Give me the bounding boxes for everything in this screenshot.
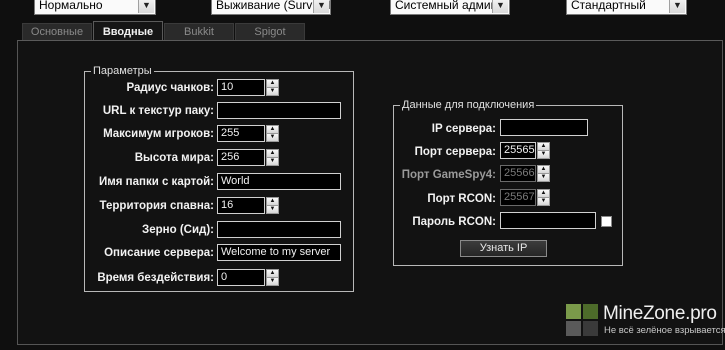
server-ip-input[interactable] <box>500 119 588 136</box>
rcon-port-input: 25567 <box>500 189 536 206</box>
params-legend: Параметры <box>93 65 152 77</box>
tab-bukkit[interactable]: Bukkit <box>164 23 234 40</box>
world-type-select[interactable]: Стандартный ▼ <box>566 0 687 15</box>
spin-down-icon[interactable]: ▼ <box>267 278 278 285</box>
world-folder-label: Имя папки с картой: <box>98 176 214 188</box>
rcon-password-label: Пароль RCON: <box>412 216 496 228</box>
seed-label: Зерно (Сид): <box>142 224 214 236</box>
watermark-title: MineZone.pro <box>603 303 717 324</box>
world-height-stepper[interactable]: ▲ ▼ <box>266 149 279 166</box>
spin-up-icon: ▲ <box>538 166 549 174</box>
motd-input[interactable]: Welcome to my server <box>217 244 341 261</box>
gamespy-port-input: 25566 <box>500 165 536 182</box>
server-port-label: Порт сервера: <box>414 146 496 158</box>
server-ip-label: IP сервера: <box>431 123 496 135</box>
spawn-protection-stepper[interactable]: ▲ ▼ <box>266 197 279 214</box>
gamespy-port-label: Порт GameSpy4: <box>401 169 496 181</box>
spin-down-icon[interactable]: ▼ <box>267 206 278 213</box>
chevron-down-icon[interactable]: ▼ <box>492 0 508 13</box>
spin-up-icon[interactable]: ▲ <box>267 198 278 206</box>
server-port-input[interactable]: 25565 <box>500 142 536 159</box>
tab-input[interactable]: Вводные <box>93 21 163 41</box>
spin-up-icon[interactable]: ▲ <box>267 80 278 88</box>
gamemode-select[interactable]: Выживание (Survival ▼ <box>211 0 331 15</box>
spawn-protection-label: Территория спавна: <box>99 200 214 212</box>
op-level-select[interactable]: Системный админ ▼ <box>390 0 510 15</box>
motd-label: Описание сервера: <box>104 247 214 259</box>
texture-pack-url-input[interactable] <box>217 102 341 119</box>
difficulty-value: Нормально <box>39 0 103 12</box>
gamespy-port-stepper: ▲ ▼ <box>537 165 550 182</box>
find-ip-button[interactable]: Узнать IP <box>460 240 547 257</box>
idle-timeout-label: Время бездействия: <box>97 272 214 284</box>
spin-up-icon: ▲ <box>538 190 549 198</box>
idle-timeout-stepper[interactable]: ▲ ▼ <box>266 269 279 286</box>
seed-input[interactable] <box>217 221 341 238</box>
world-folder-input[interactable]: World <box>217 173 341 190</box>
rcon-enable-checkbox[interactable] <box>601 216 612 227</box>
spin-down-icon: ▼ <box>538 174 549 181</box>
spin-up-icon[interactable]: ▲ <box>267 126 278 134</box>
spawn-protection-input[interactable]: 16 <box>217 197 265 214</box>
chevron-down-icon[interactable]: ▼ <box>669 0 685 13</box>
spin-up-icon[interactable]: ▲ <box>267 270 278 278</box>
spin-down-icon: ▼ <box>538 198 549 205</box>
idle-timeout-input[interactable]: 0 <box>217 269 265 286</box>
world-height-label: Высота мира: <box>134 152 214 164</box>
spin-up-icon[interactable]: ▲ <box>538 143 549 151</box>
max-players-label: Максимум игроков: <box>103 128 214 140</box>
op-level-value: Системный админ <box>395 0 498 12</box>
tab-spigot[interactable]: Spigot <box>235 23 305 40</box>
spin-down-icon[interactable]: ▼ <box>267 88 278 95</box>
spin-down-icon[interactable]: ▼ <box>538 151 549 158</box>
rcon-password-input[interactable] <box>500 212 596 229</box>
world-height-input[interactable]: 256 <box>217 149 265 166</box>
difficulty-select[interactable]: Нормально ▼ <box>34 0 156 15</box>
chunk-radius-stepper[interactable]: ▲ ▼ <box>266 79 279 96</box>
texture-pack-url-label: URL к текстур паку: <box>102 105 214 117</box>
spin-up-icon[interactable]: ▲ <box>267 150 278 158</box>
spin-down-icon[interactable]: ▼ <box>267 134 278 141</box>
max-players-input[interactable]: 255 <box>217 125 265 142</box>
rcon-port-stepper: ▲ ▼ <box>537 189 550 206</box>
minezone-logo <box>566 304 599 337</box>
connection-legend: Данные для подключения <box>402 99 535 111</box>
chunk-radius-label: Радиус чанков: <box>126 82 214 94</box>
server-port-stepper[interactable]: ▲ ▼ <box>537 142 550 159</box>
spin-down-icon[interactable]: ▼ <box>267 158 278 165</box>
tab-main[interactable]: Основные <box>22 23 92 40</box>
watermark-tagline: Не всё зелёное взрывается <box>604 325 725 336</box>
world-type-value: Стандартный <box>571 0 646 12</box>
chevron-down-icon[interactable]: ▼ <box>138 0 154 13</box>
max-players-stepper[interactable]: ▲ ▼ <box>266 125 279 142</box>
rcon-port-label: Порт RCON: <box>427 193 496 205</box>
chevron-down-icon[interactable]: ▼ <box>313 0 329 13</box>
chunk-radius-input[interactable]: 10 <box>217 79 265 96</box>
